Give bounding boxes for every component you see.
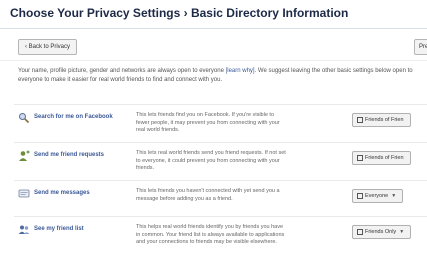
setting-description: This lets friends find you on Facebook. … [136, 112, 280, 133]
lock-icon [357, 192, 363, 199]
setting-description: This lets friends you haven't connected … [136, 188, 280, 202]
title-divider [0, 28, 427, 29]
chevron-down-icon: ▼ [399, 229, 405, 235]
setting-row-friend-requests: Send me friend requests This lets real w… [0, 148, 427, 184]
setting-label: Search for me on Facebook [34, 114, 113, 120]
privacy-dropdown-value: Friends of Frien [365, 155, 404, 161]
page-title: Choose Your Privacy Settings › Basic Dir… [10, 6, 349, 20]
setting-description: This lets real world friends send you fr… [136, 150, 286, 171]
intro-text-start: Your name, profile picture, gender and n… [18, 68, 226, 74]
privacy-dropdown[interactable]: Friends of Frien [352, 113, 411, 127]
setting-label: Send me messages [34, 190, 90, 196]
toolbar-divider [0, 60, 427, 61]
lock-icon [357, 116, 363, 123]
privacy-dropdown-value: Everyone [365, 193, 389, 199]
chevron-down-icon: ▼ [391, 193, 397, 199]
preview-button[interactable]: Pre [414, 39, 427, 55]
row-divider [14, 180, 427, 181]
lock-icon [357, 154, 363, 161]
setting-label: See my friend list [34, 226, 84, 232]
search-icon [19, 113, 30, 124]
row-divider [14, 142, 427, 143]
setting-label: Send me friend requests [34, 152, 105, 158]
learn-why-link[interactable]: [learn why] [226, 68, 255, 74]
setting-description: This helps real world friends identify y… [136, 224, 285, 245]
privacy-dropdown[interactable]: Friends Only ▼ [352, 225, 412, 239]
row-divider [14, 104, 427, 105]
privacy-dropdown-value: Friends of Frien [365, 117, 404, 123]
back-to-privacy-button[interactable]: ‹ Back to Privacy [18, 39, 78, 55]
friend-request-icon [19, 150, 30, 161]
lock-icon [357, 228, 363, 235]
intro-text: Your name, profile picture, gender and n… [18, 67, 427, 85]
privacy-dropdown-value: Friends Only [365, 229, 397, 235]
privacy-dropdown[interactable]: Friends of Frien [352, 151, 411, 165]
privacy-dropdown[interactable]: Everyone ▼ [352, 189, 404, 203]
friend-list-icon [18, 225, 30, 234]
setting-row-search: Search for me on Facebook This lets frie… [0, 110, 427, 146]
privacy-settings-page: Choose Your Privacy Settings › Basic Dir… [0, 0, 427, 245]
setting-row-friend-list: See my friend list This helps real world… [0, 222, 427, 258]
message-icon [18, 189, 30, 198]
row-divider [14, 216, 427, 217]
